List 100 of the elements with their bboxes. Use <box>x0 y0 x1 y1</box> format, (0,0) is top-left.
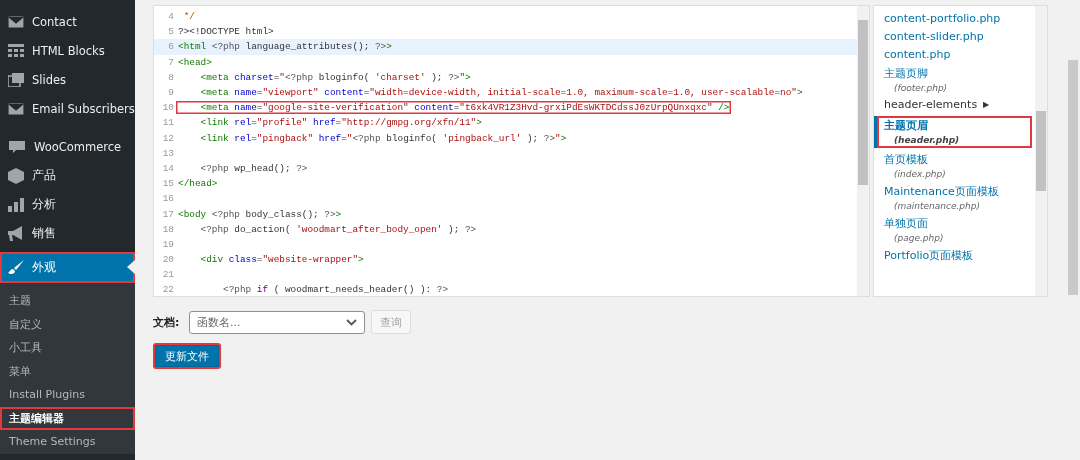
submenu-item[interactable]: 菜单 <box>0 359 135 383</box>
line-number: 6 <box>167 41 175 53</box>
submenu-item[interactable]: 小工具 <box>0 336 135 360</box>
file-item[interactable]: Maintenance页面模板 (maintenance.php) <box>874 182 1035 214</box>
code-line: <link rel="pingback" href="<?php bloginfo( 'pingback_url' ); ?>"> <box>199 131 568 145</box>
code-line: <html <?php language_attributes(); ?>> <box>177 40 393 54</box>
file-name: content-portfolio.php <box>884 12 1002 25</box>
menu-label: HTML Blocks <box>32 43 105 58</box>
line-number: 13 <box>161 147 175 159</box>
brush-icon <box>8 259 24 276</box>
line-number: 9 <box>167 87 175 99</box>
template-name: 单独页面 <box>884 216 929 231</box>
scrollbar[interactable] <box>1035 6 1047 296</box>
folder-name: header-elements <box>884 98 978 111</box>
line-number: 18 <box>161 223 175 235</box>
submenu-item[interactable]: 自定义 <box>0 312 135 336</box>
images-icon <box>8 72 24 87</box>
expand-arrow[interactable]: ▶ <box>983 100 990 109</box>
menu-item[interactable]: HTML Blocks <box>0 36 135 65</box>
file-item[interactable]: 首页模板 (index.php) <box>874 150 1035 182</box>
line-number: 7 <box>167 56 175 68</box>
code-line: ?><!DOCTYPE html> <box>177 25 275 39</box>
menu-label: Email Subscribers <box>32 101 135 116</box>
menu-label: Contact <box>32 14 77 29</box>
menu-item[interactable]: 销售 <box>0 219 135 248</box>
line-number: 17 <box>161 208 175 220</box>
box-icon <box>8 167 24 184</box>
template-name: 主题页眉 <box>884 118 929 133</box>
file-name: content-slider.php <box>884 30 985 43</box>
page-scrollbar[interactable] <box>1068 60 1078 295</box>
envelope-icon <box>8 15 24 28</box>
file-name: (maintenance.php) <box>893 201 980 211</box>
code-editor[interactable] <box>153 5 870 297</box>
scrollbar[interactable] <box>857 6 869 296</box>
submenu-item[interactable]: 主题 <box>0 289 135 313</box>
file-item[interactable]: 单独页面 (page.php) <box>874 214 1035 246</box>
code-line: <?php wp_head(); ?> <box>199 161 309 175</box>
file-name: Portfolio页面模板 <box>884 248 975 263</box>
code-line: <link rel="profile" href="http://gmpg.org/xfn/11"> <box>199 116 483 130</box>
menu-item[interactable]: Email Subscribers <box>0 94 135 123</box>
line-number: 21 <box>161 269 175 281</box>
documentation-label: 文档: <box>153 314 181 330</box>
menu-item[interactable]: 外观 <box>0 252 135 283</box>
grid-icon <box>8 43 24 58</box>
menu-item[interactable]: Contact <box>0 7 135 36</box>
file-item[interactable]: content.php <box>874 46 1035 64</box>
code-line: <?php do_action( 'woodmart_after_body_open' ); ?> <box>199 222 478 236</box>
menu-label: 产品 <box>32 168 56 183</box>
menu-pointer <box>127 260 135 274</box>
megaphone-icon <box>8 225 24 242</box>
line-number: 15 <box>161 178 175 190</box>
line-number: 14 <box>161 162 175 174</box>
code-line: <meta name="google-site-verification" content="t6xk4VR1Z3Hvd-grxiPdEsWKTDCdssJ0zUrpQUnxqxc" /> <box>176 101 732 115</box>
line-number: 10 <box>161 102 175 114</box>
file-item[interactable]: content-portfolio.php <box>874 10 1035 28</box>
template-name: 主题页脚 <box>884 66 929 81</box>
update-file-button[interactable]: 更新文件 <box>153 343 221 369</box>
code-line: <body <?php body_class(); ?>> <box>177 207 343 221</box>
menu-item[interactable]: Slides <box>0 65 135 94</box>
function-select[interactable]: 函数名... <box>189 310 365 334</box>
line-number: 19 <box>161 238 175 250</box>
code-line: <div class="website-wrapper"> <box>199 253 365 267</box>
line-number: 20 <box>161 254 175 266</box>
submenu-item[interactable]: Theme Settings <box>0 430 135 454</box>
line-number: 16 <box>161 193 175 205</box>
code-line: */ <box>182 10 196 24</box>
menu-item[interactable]: 产品 <box>0 161 135 190</box>
line-number: 22 <box>161 284 175 296</box>
menu-item[interactable]: WooCommerce <box>0 132 135 161</box>
template-name: 首页模板 <box>884 152 929 167</box>
bar-chart-icon <box>8 197 24 212</box>
menu-label: 销售 <box>32 226 56 241</box>
file-name: (header.php) <box>893 135 960 145</box>
menu-item[interactable]: 分析 <box>0 190 135 219</box>
submenu-item[interactable]: Install Plugins <box>0 383 135 407</box>
file-item[interactable]: 主题页脚 (footer.php) <box>874 64 1035 96</box>
menu-label: 分析 <box>32 197 56 212</box>
file-name: (footer.php) <box>893 83 948 93</box>
file-name: (page.php) <box>893 233 944 243</box>
chevron-icon <box>346 318 357 326</box>
line-number: 11 <box>161 117 175 129</box>
code-line: <head> <box>177 55 213 69</box>
line-number: 12 <box>161 132 175 144</box>
file-item[interactable]: Portfolio页面模板 <box>874 246 1035 266</box>
submenu-item[interactable]: 主题编辑器 <box>0 406 135 430</box>
menu-label: WooCommerce <box>34 139 122 154</box>
code-line: <meta charset="<?php bloginfo( 'charset' ); ?>"> <box>199 70 472 84</box>
line-number: 4 <box>167 11 175 23</box>
file-item[interactable]: header-elements ▶ <box>874 96 1035 114</box>
line-number: 5 <box>167 26 175 38</box>
menu-label: Slides <box>32 72 67 87</box>
file-item[interactable]: 主题页眉 (header.php) <box>874 116 1032 148</box>
code-line: <meta name="viewport" content="width=device-width, initial-scale=1.0, maximum-scale=1.0, user-scalable=no"> <box>199 86 804 100</box>
file-name: (index.php) <box>893 169 946 179</box>
file-item[interactable]: content-slider.php <box>874 28 1035 46</box>
code-line: <?php if ( woodmart_needs_header() ): ?> <box>222 283 450 296</box>
code-line: </head> <box>177 177 219 191</box>
envelope-icon <box>8 102 24 115</box>
line-number: 8 <box>167 71 175 83</box>
menu-label: 外观 <box>32 260 56 275</box>
